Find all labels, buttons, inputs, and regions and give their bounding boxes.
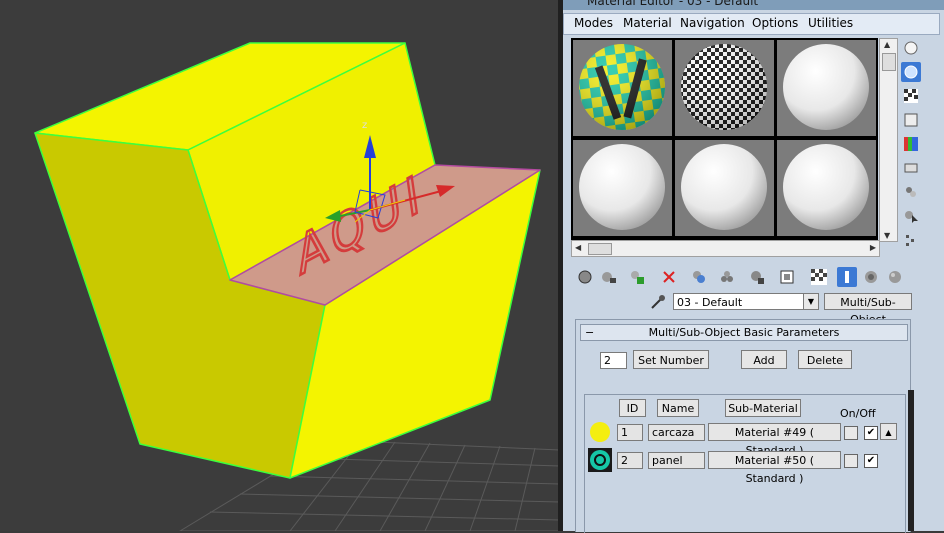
menu-material[interactable]: Material [623, 16, 672, 30]
on-off-header: On/Off [840, 407, 876, 420]
set-number-button[interactable]: Set Number [633, 350, 709, 369]
make-unique-icon[interactable] [689, 267, 709, 287]
sub-material-1-button[interactable]: Material #49 ( Standard ) [708, 423, 841, 457]
select-by-material-icon[interactable] [901, 206, 921, 226]
sub-material-2-color-box[interactable] [844, 454, 858, 468]
options-icon[interactable] [901, 182, 921, 202]
collapse-icon[interactable]: − [585, 325, 594, 340]
perspective-viewport[interactable]: AQUI z [0, 0, 560, 531]
material-toolbar [571, 265, 921, 289]
show-end-result-icon[interactable] [809, 267, 829, 287]
title-bar: Material Editor - 03 - Default [563, 0, 944, 10]
sample-slot-5[interactable] [675, 140, 774, 236]
yellow-box-object [34, 42, 541, 479]
scroll-thumb-h[interactable] [588, 243, 612, 255]
video-color-check-icon[interactable] [901, 134, 921, 154]
show-shaded-icon[interactable] [777, 267, 797, 287]
material-picker-row: 03 - Default▼ Multi/Sub-Object [643, 293, 913, 326]
material-type-button[interactable]: Multi/Sub-Object [824, 293, 912, 326]
sub-material-1-color-box[interactable] [844, 426, 858, 440]
rollout-scrollbar[interactable] [908, 390, 914, 531]
sample-slot-6[interactable] [777, 140, 876, 236]
slots-vertical-scrollbar[interactable]: ▲ ▼ [879, 38, 898, 242]
side-toolbar [899, 38, 925, 258]
go-to-parent-icon[interactable] [837, 267, 857, 287]
sub-material-1-color-swatch[interactable] [588, 420, 612, 444]
sort-id-button[interactable]: ID [619, 399, 646, 417]
sub-material-1-on-checkbox[interactable]: ✔ [864, 426, 878, 440]
scroll-up-icon[interactable]: ▲ [884, 40, 890, 49]
background-icon[interactable] [901, 86, 921, 106]
assign-to-selection-icon[interactable] [627, 267, 647, 287]
window-title: Material Editor - 03 - Default [587, 0, 759, 8]
sample-uv-tiling-icon[interactable] [901, 110, 921, 130]
sub-material-list: ID Name Sub-Material On/Off 1 carcaza Ma… [584, 394, 906, 533]
menu-options[interactable]: Options [752, 16, 798, 30]
put-to-scene-icon[interactable] [599, 267, 619, 287]
sub-material-2-name[interactable]: panel [648, 452, 705, 469]
material-id-channel-icon[interactable] [747, 267, 767, 287]
menu-utilities[interactable]: Utilities [808, 16, 853, 30]
sample-slot-1[interactable] [573, 40, 672, 136]
viewport-scene: AQUI z [34, 42, 560, 531]
menu-bar: Modes Material Navigation Options Utilit… [563, 13, 940, 35]
sample-slot-3[interactable] [777, 40, 876, 136]
add-button[interactable]: Add [741, 350, 787, 369]
scroll-right-icon[interactable]: ▶ [870, 243, 876, 252]
sample-slot-4[interactable] [573, 140, 672, 236]
scroll-down-icon[interactable]: ▼ [884, 231, 890, 240]
eyedropper-icon[interactable] [649, 293, 667, 311]
get-material-icon[interactable] [575, 267, 595, 287]
menu-modes[interactable]: Modes [574, 16, 613, 30]
sample-type-icon[interactable] [901, 38, 921, 58]
scroll-thumb[interactable] [882, 53, 896, 71]
slots-horizontal-scrollbar[interactable]: ◀ ▶ [571, 240, 880, 257]
chevron-down-icon[interactable]: ▼ [803, 294, 818, 309]
sort-name-button[interactable]: Name [657, 399, 699, 417]
sort-sub-material-button[interactable]: Sub-Material [725, 399, 801, 417]
material-name-field[interactable]: 03 - Default ▼ [673, 293, 819, 310]
scroll-left-icon[interactable]: ◀ [575, 243, 581, 252]
sub-material-1-name[interactable]: carcaza [648, 424, 705, 441]
sub-material-2-on-checkbox[interactable]: ✔ [864, 454, 878, 468]
reset-map-icon[interactable] [659, 267, 679, 287]
svg-text:z: z [362, 120, 367, 131]
delete-button[interactable]: Delete [798, 350, 852, 369]
rollout-title: Multi/Sub-Object Basic Parameters [648, 326, 840, 339]
material-editor-window: Material Editor - 03 - Default Modes Mat… [563, 0, 944, 533]
multi-sub-object-rollout: − Multi/Sub-Object Basic Parameters 2 Se… [575, 319, 911, 533]
make-preview-icon[interactable] [901, 158, 921, 178]
go-forward-icon[interactable] [861, 267, 881, 287]
rollout-header[interactable]: − Multi/Sub-Object Basic Parameters [580, 324, 908, 341]
sub-material-2-id[interactable]: 2 [617, 452, 643, 469]
sample-slot-2[interactable] [675, 40, 774, 136]
sub-material-2-button[interactable]: Material #50 ( Standard ) [708, 451, 841, 485]
sub-material-2-color-swatch[interactable] [588, 448, 612, 472]
list-scroll-up-icon[interactable]: ▲ [880, 423, 897, 440]
put-to-library-icon[interactable] [717, 267, 737, 287]
sub-material-1-id[interactable]: 1 [617, 424, 643, 441]
backlight-icon[interactable] [901, 62, 921, 82]
material-count-field[interactable]: 2 [600, 352, 627, 369]
sibling-icon[interactable] [885, 267, 905, 287]
material-map-navigator-icon[interactable] [901, 230, 921, 250]
sample-slots [571, 38, 878, 240]
menu-navigation[interactable]: Navigation [680, 16, 745, 30]
